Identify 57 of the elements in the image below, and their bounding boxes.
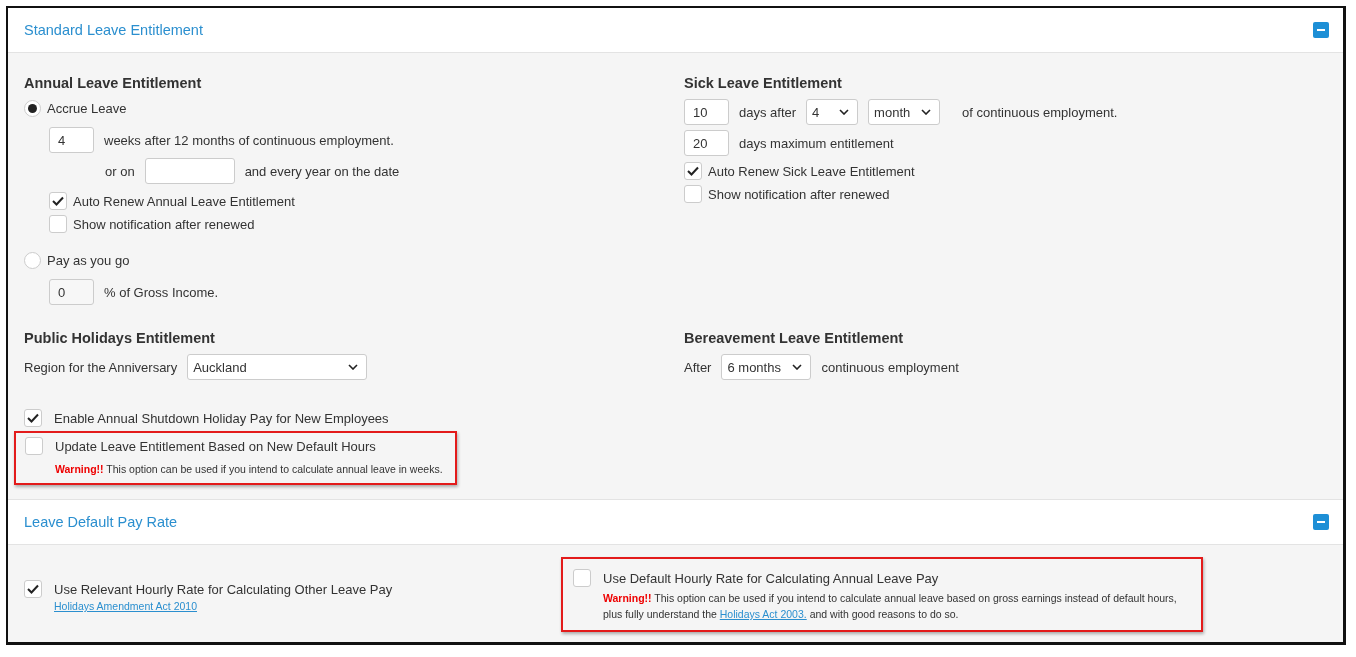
warning-text: Warning!! This option can be used if you intend to calculate annual leave in weeks. <box>55 462 443 477</box>
checkbox-label: Show notification after renewed <box>73 216 255 232</box>
field-label: and every year on the date <box>244 163 400 179</box>
check-icon <box>52 196 64 206</box>
checkbox[interactable] <box>684 162 702 180</box>
field-label: or on <box>105 163 135 179</box>
field-label: of continuous employment. <box>962 104 1118 120</box>
warning-text: Warning!! This option can be used if you intend to calculate annual leave based on gross earnings instead of default hours, plus fully understand the Holidays Act 2003. and with good reasons to do so. <box>603 591 1178 622</box>
chevron-down-icon <box>348 364 359 370</box>
checkbox[interactable] <box>24 580 42 598</box>
field-label: Region for the Anniversary <box>24 359 178 375</box>
chevron-down-icon <box>921 109 932 115</box>
check-icon <box>27 413 39 423</box>
field-label: continuous employment <box>821 359 959 375</box>
radio-label: Accrue Leave <box>47 100 127 116</box>
period-dropdown[interactable]: 6 months <box>721 354 812 380</box>
field-label: days after <box>739 104 797 120</box>
checkbox-label: Show notification after renewed <box>708 186 890 202</box>
check-icon <box>27 584 39 594</box>
percent-input[interactable]: 0 <box>49 279 94 305</box>
max-days-input[interactable]: 20 <box>684 130 729 156</box>
checkbox[interactable] <box>49 192 67 210</box>
checkbox-label: Auto Renew Annual Leave Entitlement <box>73 193 295 209</box>
checkbox-label: Use Default Hourly Rate for Calculating Annual Leave Pay <box>603 570 939 586</box>
group-heading: Annual Leave Entitlement <box>24 75 203 91</box>
collapse-button[interactable] <box>1313 514 1329 530</box>
unit-dropdown[interactable]: month <box>868 99 941 125</box>
chevron-down-icon <box>792 364 803 370</box>
date-input[interactable] <box>144 158 235 184</box>
checkbox[interactable] <box>24 409 42 427</box>
checkbox[interactable] <box>25 437 43 455</box>
chevron-down-icon <box>839 109 850 115</box>
count-dropdown[interactable]: 4 <box>806 99 859 125</box>
checkbox-label: Enable Annual Shutdown Holiday Pay for New Employees <box>54 410 389 426</box>
checkbox-label: Auto Renew Sick Leave Entitlement <box>708 163 915 179</box>
checkbox[interactable] <box>573 569 591 587</box>
region-dropdown[interactable]: Auckland <box>187 354 368 380</box>
radio-button[interactable] <box>24 251 41 269</box>
group-heading: Public Holidays Entitlement <box>24 330 216 346</box>
weeks-input[interactable]: 4 <box>49 127 94 153</box>
field-label: % of Gross Income. <box>104 284 219 300</box>
days-input[interactable]: 10 <box>684 99 729 125</box>
section-title: Leave Default Pay Rate <box>24 514 178 530</box>
field-label: days maximum entitlement <box>739 135 894 151</box>
section-title: Standard Leave Entitlement <box>24 22 203 38</box>
checkbox-label: Update Leave Entitlement Based on New Default Hours <box>55 438 376 454</box>
check-icon <box>687 166 699 176</box>
field-label: After <box>684 359 712 375</box>
field-label: weeks after 12 months of continuous employment. <box>104 132 394 148</box>
checkbox-label: Use Relevant Hourly Rate for Calculating Other Leave Pay <box>54 581 393 597</box>
group-heading: Bereavement Leave Entitlement <box>684 330 905 346</box>
collapse-button[interactable] <box>1313 22 1329 38</box>
checkbox[interactable] <box>49 215 67 233</box>
checkbox[interactable] <box>684 185 702 203</box>
group-heading: Sick Leave Entitlement <box>684 75 843 91</box>
radio-label: Pay as you go <box>47 252 130 268</box>
radio-button[interactable] <box>24 99 41 117</box>
